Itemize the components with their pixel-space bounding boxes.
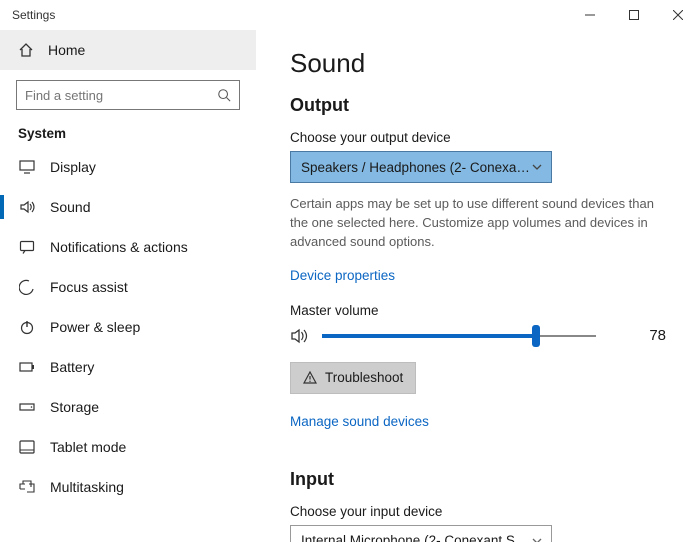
chevron-down-icon: [531, 535, 543, 542]
search-field[interactable]: [25, 88, 217, 103]
chevron-down-icon: [531, 161, 543, 173]
sidebar-item-multitasking[interactable]: Multitasking: [0, 467, 256, 507]
sidebar-item-focus-assist[interactable]: Focus assist: [0, 267, 256, 307]
main-content: Sound Output Choose your output device S…: [256, 30, 700, 542]
sidebar: Home System Display: [0, 30, 256, 542]
sidebar-item-power-sleep[interactable]: Power & sleep: [0, 307, 256, 347]
power-icon: [18, 319, 36, 335]
volume-icon[interactable]: [290, 327, 310, 345]
sidebar-item-label: Display: [50, 159, 96, 175]
output-device-select[interactable]: Speakers / Headphones (2- Conexan...: [290, 151, 552, 183]
titlebar: Settings: [0, 0, 700, 30]
storage-icon: [18, 401, 36, 413]
sidebar-item-label: Notifications & actions: [50, 239, 188, 255]
tablet-icon: [18, 440, 36, 454]
device-properties-link[interactable]: Device properties: [290, 268, 395, 283]
troubleshoot-label: Troubleshoot: [325, 370, 403, 385]
input-heading: Input: [290, 469, 670, 490]
sidebar-nav: Display Sound Notifications & actions: [0, 147, 256, 542]
master-volume-value: 78: [649, 327, 670, 344]
sidebar-section: System: [0, 118, 256, 147]
multitasking-icon: [18, 480, 36, 494]
output-heading: Output: [290, 95, 670, 116]
output-hint: Certain apps may be set up to use differ…: [290, 195, 670, 252]
sidebar-item-display[interactable]: Display: [0, 147, 256, 187]
minimize-button[interactable]: [568, 0, 612, 30]
sidebar-item-label: Battery: [50, 359, 94, 375]
battery-icon: [18, 361, 36, 373]
sidebar-item-label: Tablet mode: [50, 439, 126, 455]
sidebar-item-label: Focus assist: [50, 279, 128, 295]
input-device-select[interactable]: Internal Microphone (2- Conexant S...: [290, 525, 552, 542]
sidebar-home-label: Home: [48, 42, 85, 58]
output-device-label: Choose your output device: [290, 130, 670, 145]
maximize-button[interactable]: [612, 0, 656, 30]
home-icon: [18, 42, 34, 58]
close-button[interactable]: [656, 0, 700, 30]
search-icon: [217, 88, 231, 102]
page-title: Sound: [290, 48, 670, 79]
slider-thumb[interactable]: [532, 325, 540, 347]
warning-icon: [303, 371, 317, 385]
sidebar-item-label: Sound: [50, 199, 90, 215]
sound-icon: [18, 200, 36, 214]
master-volume-label: Master volume: [290, 303, 670, 318]
sidebar-item-label: Multitasking: [50, 479, 124, 495]
master-volume-slider[interactable]: [322, 324, 596, 348]
output-device-value: Speakers / Headphones (2- Conexan...: [301, 160, 531, 175]
sidebar-item-sound[interactable]: Sound: [0, 187, 256, 227]
focus-assist-icon: [18, 279, 36, 295]
display-icon: [18, 160, 36, 174]
sidebar-item-storage[interactable]: Storage: [0, 387, 256, 427]
sidebar-item-notifications[interactable]: Notifications & actions: [0, 227, 256, 267]
window-title: Settings: [12, 8, 55, 22]
sidebar-item-label: Storage: [50, 399, 99, 415]
sidebar-item-label: Power & sleep: [50, 319, 140, 335]
input-device-label: Choose your input device: [290, 504, 670, 519]
notifications-icon: [18, 240, 36, 254]
manage-sound-devices-link[interactable]: Manage sound devices: [290, 414, 429, 429]
input-device-value: Internal Microphone (2- Conexant S...: [301, 533, 526, 542]
sidebar-item-tablet-mode[interactable]: Tablet mode: [0, 427, 256, 467]
search-input[interactable]: [16, 80, 240, 110]
troubleshoot-button[interactable]: Troubleshoot: [290, 362, 416, 394]
sidebar-home[interactable]: Home: [0, 30, 256, 70]
sidebar-item-battery[interactable]: Battery: [0, 347, 256, 387]
